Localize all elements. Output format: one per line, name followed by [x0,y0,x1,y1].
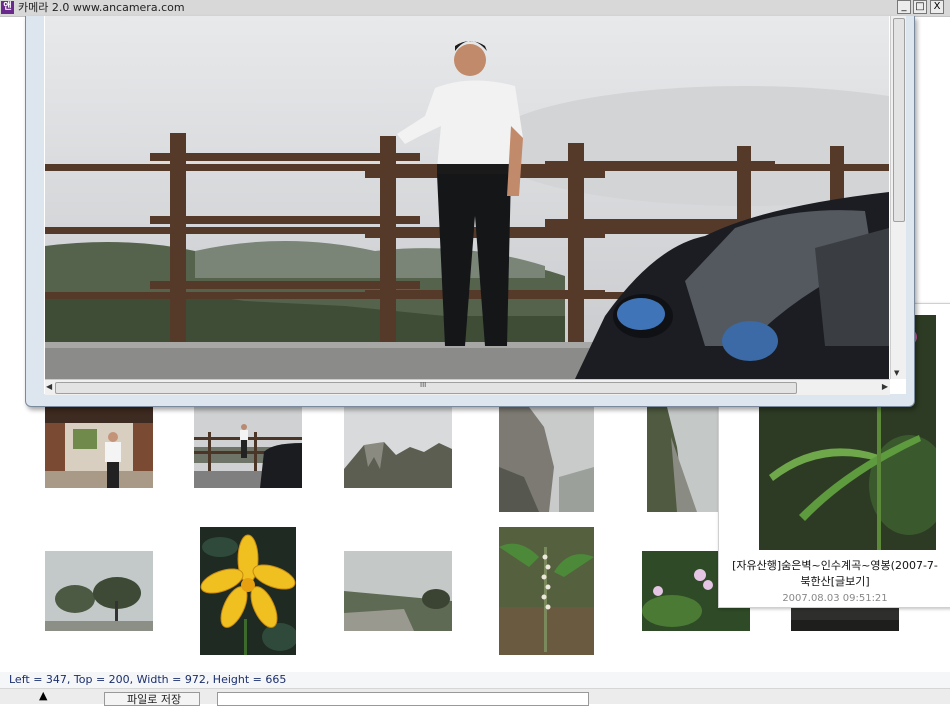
maximize-button[interactable]: □ [913,0,927,14]
vertical-scroll-thumb[interactable] [893,18,905,222]
status-bar: Left = 347, Top = 200, Width = 972, Heig… [0,672,950,688]
window-title: 카메라 2.0 www.ancamera.com [18,1,185,14]
title-bar: 앤 카메라 2.0 www.ancamera.com _ □ X [0,0,950,17]
path-input[interactable] [217,692,589,706]
thumbnail-rocky-ridge[interactable] [344,407,452,488]
main-photo-image [45,16,889,379]
scroll-right-arrow-icon[interactable]: ▶ [882,382,888,391]
thumbnail-misty-trees[interactable] [45,551,153,631]
thumbnail-foggy-cliff[interactable] [499,407,594,512]
scroll-left-arrow-icon[interactable]: ◀ [46,382,52,391]
thumbnail-yellow-lily[interactable] [200,527,296,655]
minimize-button[interactable]: _ [897,0,911,14]
bottom-toolbar: ▲ 파일로 저장 [0,688,950,706]
thumbnail-misty-valley[interactable] [344,551,452,631]
app-icon: 앤 [1,1,14,14]
thumbnail-image [344,407,452,488]
thumbnail-image [194,407,302,488]
photo-viewer-content: ▼ ◀ III ▶ [44,16,906,395]
main-photo[interactable] [45,16,889,379]
thumbnail-foggy-slope[interactable] [647,407,719,512]
thumbnail-gate-man[interactable] [45,407,153,488]
close-button[interactable]: X [930,0,944,14]
thumbnail-image [791,606,899,631]
preview-date: 2007.08.03 09:51:21 [782,593,888,604]
thumbnail-fence-car[interactable] [194,407,302,488]
photo-horizontal-scrollbar[interactable]: ◀ III ▶ [45,379,890,395]
thumbnail-image [344,551,452,631]
scroll-down-arrow-icon[interactable]: ▼ [894,369,899,377]
thumbnail-image [200,527,296,655]
thumbnail-white-orchid[interactable] [499,527,594,655]
thumbnail-dark-slope[interactable] [791,606,899,631]
photo-vertical-scrollbar[interactable]: ▼ [890,16,906,379]
scroll-grip-icon: III [420,381,427,389]
thumbnail-image [499,407,594,512]
up-arrow-icon[interactable]: ▲ [39,690,47,701]
thumbnail-image [45,551,153,631]
photo-viewer-window: ▼ ◀ III ▶ [25,16,915,407]
preview-caption-link[interactable]: 북한산[글보기] [719,573,950,589]
save-to-file-button[interactable]: 파일로 저장 [104,692,200,706]
preview-caption-title: [자유산행]숨은벽~인수계곡~영봉(2007-7- [732,559,938,572]
thumbnail-image [499,527,594,655]
thumbnail-image [45,407,153,488]
window-geometry-text: Left = 347, Top = 200, Width = 972, Heig… [9,673,287,686]
thumbnail-image [647,407,719,512]
